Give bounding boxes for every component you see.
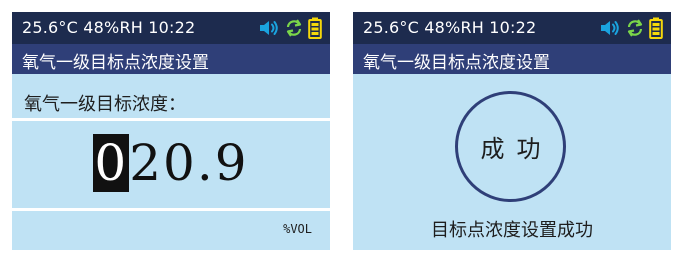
success-label: 成功: [480, 135, 553, 163]
title-bar: 氧气一级目标点浓度设置: [12, 44, 330, 74]
status-readout: 25.6°C 48%RH 10:22: [363, 18, 537, 37]
sync-icon: [283, 17, 305, 39]
screen-title: 氧气一级目标点浓度设置: [363, 53, 550, 73]
screen-title: 氧气一级目标点浓度设置: [22, 53, 209, 73]
status-bar: 25.6°C 48%RH 10:22: [12, 12, 330, 44]
battery-icon: [649, 17, 663, 39]
success-screen: 25.6°C 48%RH 10:22 氧气一级目标点浓度设置 成功 目标点浓度设…: [353, 12, 671, 250]
title-bar: 氧气一级目标点浓度设置: [353, 44, 671, 74]
value-digits: 20.9: [129, 134, 249, 192]
status-icons: [258, 17, 322, 39]
value-row: 020.9: [12, 120, 330, 206]
success-message: 目标点浓度设置成功: [431, 220, 593, 241]
target-prompt-label: 氧气一级目标浓度：: [24, 94, 186, 115]
unit-label: %VOL: [283, 222, 312, 236]
divider: [12, 208, 330, 211]
selected-digit[interactable]: 0: [93, 134, 130, 192]
sync-icon: [624, 17, 646, 39]
speaker-icon: [258, 17, 280, 39]
success-indicator: 成功: [455, 91, 566, 202]
setting-screen: 25.6°C 48%RH 10:22 氧气一级目标点浓度设置 氧气一级目标浓度：…: [12, 12, 330, 250]
battery-icon: [308, 17, 322, 39]
status-bar: 25.6°C 48%RH 10:22: [353, 12, 671, 44]
concentration-value-editor[interactable]: 020.9: [93, 134, 248, 192]
status-readout: 25.6°C 48%RH 10:22: [22, 18, 196, 37]
status-icons: [599, 17, 663, 39]
speaker-icon: [599, 17, 621, 39]
